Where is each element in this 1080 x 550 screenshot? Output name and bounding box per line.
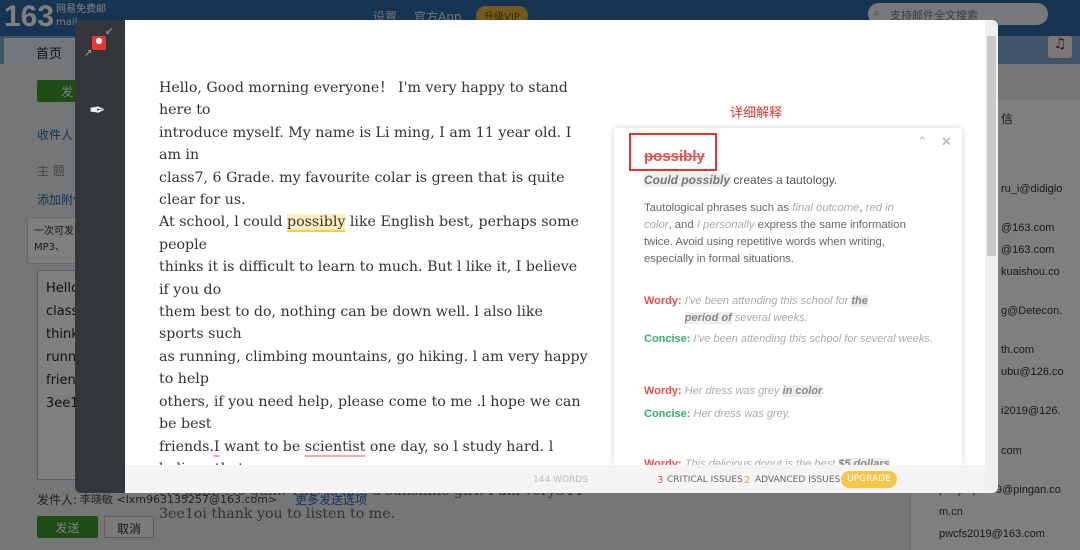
description-text: Tautological phrases such as (644, 202, 793, 214)
editor-text: 3ee1oi thank you to listen to me. (159, 505, 396, 522)
editor-line: class7, 6 Grade. my favourite colar is g… (159, 167, 589, 212)
wordy-example: Wordy: Her dress was grey in color. (644, 383, 934, 400)
critical-issues-link[interactable]: CRITICAL ISSUES (667, 475, 743, 485)
upgrade-button[interactable]: UPGRADE (841, 471, 897, 488)
concise-text: I've been attending this school for seve… (693, 333, 933, 345)
wordy-label: Wordy: (644, 295, 682, 307)
concise-label: Concise: (644, 408, 691, 420)
wordy-text: Her dress was grey (684, 385, 783, 397)
editor-text: want to be (219, 438, 305, 455)
editor-line: At school, l could possibly like English… (159, 211, 589, 256)
editor-text: class7, 6 Grade. my favourite colar is g… (159, 169, 565, 209)
annotation-box (629, 133, 717, 171)
wordy-label: Wordy: (644, 458, 682, 465)
concise-example: Concise: I've been attending this school… (644, 333, 933, 345)
editor-line: them best to do, nothing can be down wel… (159, 301, 589, 346)
close-icon[interactable]: ✕ (941, 134, 952, 150)
suggestion-description: Tautological phrases such as final outco… (644, 200, 924, 268)
editor-text: as running, climbing mountains, go hikin… (159, 348, 588, 388)
advanced-count: 2 (744, 475, 751, 486)
suggestion-summary: Could possibly creates a tautology. (644, 173, 837, 187)
wordy-text-end: . (822, 385, 826, 397)
critical-count: 3 (657, 475, 664, 486)
example-phrase: final outcome (792, 202, 860, 214)
lead-rest: creates a tautology. (730, 173, 838, 187)
concise-label: Concise: (644, 333, 691, 345)
wordy-example: Wordy: This delicious donut is the best … (644, 456, 934, 465)
wordy-text: I've been attending this school for (684, 295, 852, 307)
scrollbar-thumb[interactable] (987, 36, 996, 256)
spelling-issue[interactable]: scientist (304, 438, 366, 457)
editor-text: friends. (159, 438, 214, 455)
editor-line: Hello, Good morning everyone！ I'm very h… (159, 77, 589, 122)
word-count: 144 WORDS (533, 475, 588, 485)
editor-text: At school, l could (159, 214, 288, 231)
editor-text: others, if you need help, please come to… (159, 393, 581, 433)
concise-example: Concise: Her dress was grey. (644, 408, 791, 420)
description-text: , and (668, 219, 697, 231)
collapse-chevron-icon[interactable]: ⌃ (917, 134, 928, 150)
app-logo-icon: ● (92, 36, 106, 50)
editor-text: introduce myself. My name is Li ming, I … (159, 124, 572, 164)
editor-line: 3ee1oi thank you to listen to me. (159, 503, 589, 525)
document-editor[interactable]: Hello, Good morning everyone！ I'm very h… (159, 77, 589, 525)
editor-text: thinks it is difficult to learn to much.… (159, 259, 578, 298)
editor-line: introduce myself. My name is Li ming, I … (159, 122, 589, 167)
wordy-example: Wordy: I've been attending this school f… (644, 293, 934, 327)
concise-text: Her dress was grey. (693, 408, 791, 420)
editor-text: them best to do, nothing can be down wel… (159, 304, 543, 343)
lead-phrase: Could possibly (644, 173, 731, 187)
advanced-issues-link[interactable]: ADVANCED ISSUES (755, 475, 840, 485)
redundant-phrase: $5 dollars (838, 458, 890, 465)
expand-icon[interactable]: ↗ (84, 48, 92, 59)
pen-nib-icon[interactable]: ✒ (89, 98, 106, 122)
editor-text: Hello, Good morning everyone！ I'm very h… (159, 80, 568, 119)
wordy-text-end: several weeks. (731, 312, 808, 324)
annotation-label: 详细解释 (730, 106, 783, 121)
editor-line: as running, climbing mountains, go hikin… (159, 346, 589, 391)
collapse-icon[interactable]: ↙ (105, 26, 113, 37)
editor-footer: 144 WORDS 3 CRITICAL ISSUES 2 ADVANCED I… (125, 465, 985, 493)
editor-line: thinks it is difficult to learn to much.… (159, 256, 589, 301)
example-phrase: I personally (696, 219, 755, 231)
highlighted-issue[interactable]: possibly (287, 214, 346, 233)
wordy-text: This delicious donut is the best (684, 458, 839, 465)
editor-line: others, if you need help, please come to… (159, 391, 589, 436)
wordy-label: Wordy: (644, 385, 682, 397)
redundant-phrase: in color (782, 385, 823, 397)
suggestion-card: possibly ⌃ ✕ Could possibly creates a ta… (614, 128, 962, 465)
